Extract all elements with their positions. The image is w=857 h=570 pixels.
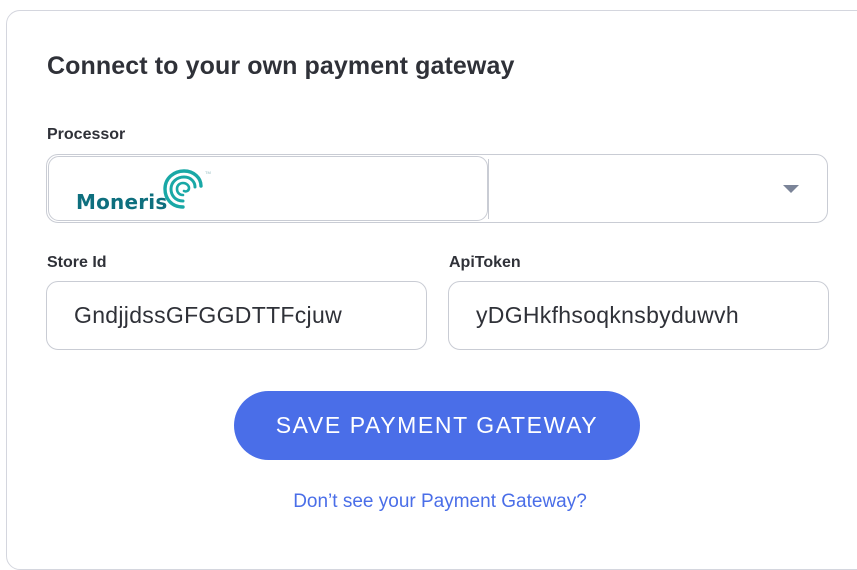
processor-select[interactable]: Moneris TM <box>46 154 828 223</box>
select-divider <box>488 159 489 219</box>
moneris-logo-text: Moneris <box>76 190 168 214</box>
page-title: Connect to your own payment gateway <box>47 52 515 80</box>
chevron-down-icon[interactable] <box>783 185 799 193</box>
save-payment-gateway-button[interactable]: SAVE PAYMENT GATEWAY <box>234 391 640 460</box>
api-token-label: ApiToken <box>449 254 521 271</box>
trademark-mark: TM <box>205 170 211 175</box>
api-token-input[interactable] <box>448 281 829 350</box>
store-id-label: Store Id <box>47 254 107 271</box>
store-id-input[interactable] <box>46 281 427 350</box>
processor-selected-option[interactable]: Moneris TM <box>48 156 488 221</box>
processor-label: Processor <box>47 126 126 143</box>
missing-gateway-link[interactable]: Don’t see your Payment Gateway? <box>0 491 857 513</box>
moneris-logo-icon <box>163 169 203 209</box>
